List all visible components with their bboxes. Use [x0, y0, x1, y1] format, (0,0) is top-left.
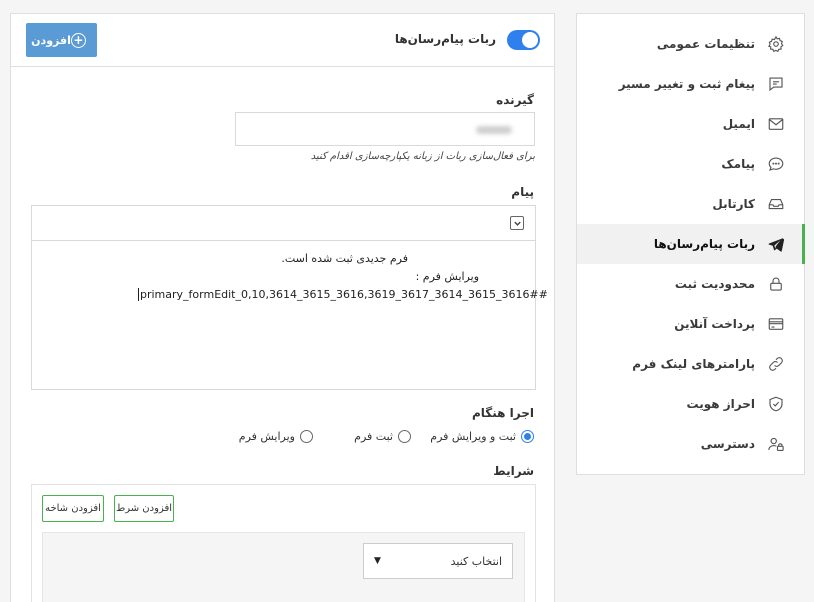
sidebar-item-label: دسترسی	[700, 437, 755, 451]
credit-card-icon	[767, 315, 785, 333]
sidebar-item-messenger-bots[interactable]: ربات پیام‌رسان‌ها	[577, 224, 805, 264]
radio-edit[interactable]: ویرایش فرم	[239, 430, 313, 443]
message-title: پیام	[511, 185, 534, 199]
editor-toolbar	[32, 206, 535, 241]
sidebar-item-label: پیامک	[721, 157, 755, 171]
users-lock-icon	[767, 435, 785, 453]
radio-circle	[300, 430, 313, 443]
radio-label: ویرایش فرم	[238, 430, 295, 443]
add-button[interactable]: + افزودن	[26, 23, 97, 57]
recipient-hint: برای فعال‌سازی ربات از زبانه یکپارچه‌ساز…	[310, 151, 535, 162]
sidebar-item-label: پرداخت آنلاین	[674, 317, 755, 331]
condition-select-value: انتخاب کنید	[450, 554, 502, 568]
sidebar-item-label: کارتابل	[712, 197, 755, 211]
radio-submit[interactable]: ثبت فرم	[354, 430, 411, 443]
recipient-field[interactable]	[235, 112, 535, 146]
sidebar-item-email[interactable]: ایمیل	[577, 104, 805, 144]
lock-icon	[767, 275, 785, 293]
sidebar-item-general-settings[interactable]: تنظیمات عمومی	[577, 24, 805, 64]
sidebar-item-label: پیغام ثبت و تغییر مسیر	[618, 77, 755, 91]
panel-header: + افزودن ربات پیام‌رسان‌ها	[11, 14, 554, 67]
radio-label: ثبت و ویرایش فرم	[430, 430, 516, 443]
dropdown-arrow-icon: ▼	[374, 556, 381, 566]
add-branch-button[interactable]: افزودن شاخه	[42, 495, 104, 522]
shield-check-icon	[767, 395, 785, 413]
sidebar-item-authentication[interactable]: احراز هویت	[577, 384, 805, 424]
add-condition-button[interactable]: افزودن شرط	[114, 495, 174, 522]
recipient-blurred-value	[476, 126, 512, 134]
sidebar-item-label: پارامترهای لینک فرم	[632, 357, 755, 371]
add-button-label: افزودن	[31, 33, 71, 47]
radio-circle	[521, 430, 534, 443]
bot-settings-panel: + افزودن ربات پیام‌رسان‌ها گیرنده برای ف…	[10, 13, 555, 602]
chevron-down-icon	[513, 221, 521, 226]
sidebar-item-cartable[interactable]: کارتابل	[577, 184, 805, 224]
plus-circle-icon: +	[70, 32, 86, 48]
chat-bubble-icon	[767, 155, 785, 173]
sidebar-item-sms[interactable]: پیامک	[577, 144, 805, 184]
message-line-3: primary_formEdit_0,10,3614_3615_3616,361…	[138, 288, 548, 301]
conditions-title: شرایط	[493, 464, 534, 478]
message-line-2: ویرایش فرم :	[415, 270, 479, 283]
message-line-1: فرم جدیدی ثبت شده است.	[281, 252, 408, 265]
sidebar-item-label: احراز هویت	[686, 397, 755, 411]
sidebar-item-label: تنظیمات عمومی	[656, 37, 755, 51]
toggle-knob	[522, 32, 538, 48]
sidebar-item-label: ایمیل	[722, 117, 755, 131]
envelope-icon	[767, 115, 785, 133]
sidebar-item-access[interactable]: دسترسی	[577, 424, 805, 464]
sidebar-item-label: محدودیت ثبت	[674, 277, 755, 291]
sidebar-item-submission-limit[interactable]: محدودیت ثبت	[577, 264, 805, 304]
settings-sidebar: تنظیمات عمومی پیغام ثبت و تغییر مسیر ایم…	[576, 13, 805, 475]
sidebar-item-online-payment[interactable]: پرداخت آنلاین	[577, 304, 805, 344]
sidebar-item-submit-message[interactable]: پیغام ثبت و تغییر مسیر	[577, 64, 805, 104]
link-icon	[767, 355, 785, 373]
condition-row: ▼ انتخاب کنید	[42, 532, 525, 602]
bot-toggle-label: ربات پیام‌رسان‌ها	[394, 32, 496, 46]
radio-submit-and-edit[interactable]: ثبت و ویرایش فرم	[430, 430, 534, 443]
conditions-box: افزودن شرط افزودن شاخه ▼ انتخاب کنید	[31, 484, 536, 602]
run-on-title: اجرا هنگام	[471, 406, 534, 420]
recipient-title: گیرنده	[496, 93, 534, 107]
gear-icon	[767, 35, 785, 53]
radio-circle	[398, 430, 411, 443]
sidebar-item-label: ربات پیام‌رسان‌ها	[653, 237, 755, 251]
message-editor[interactable]: فرم جدیدی ثبت شده است. ویرایش فرم : prim…	[31, 205, 548, 390]
sidebar-item-link-parameters[interactable]: پارامترهای لینک فرم	[577, 344, 805, 384]
message-square-icon	[767, 75, 785, 93]
bot-enabled-toggle[interactable]	[507, 30, 540, 50]
telegram-plane-icon	[767, 235, 785, 253]
insert-variable-button[interactable]	[510, 216, 524, 230]
radio-label: ثبت فرم	[354, 430, 393, 443]
inbox-icon	[767, 195, 785, 213]
condition-select[interactable]: ▼ انتخاب کنید	[363, 543, 513, 579]
